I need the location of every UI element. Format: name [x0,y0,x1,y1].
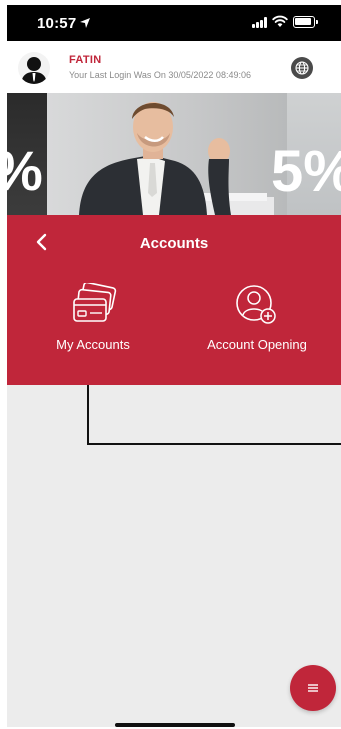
user-silhouette-icon [21,57,47,84]
user-header: FATIN Your Last Login Was On 30/05/2022 … [7,41,341,93]
menu-icon [308,684,318,692]
home-indicator[interactable] [115,723,235,727]
menu-fab-button[interactable] [290,665,336,711]
banner-person-image [79,102,274,215]
my-accounts-label: My Accounts [56,337,130,352]
globe-icon [295,61,309,75]
last-login-text: Your Last Login Was On 30/05/2022 08:49:… [69,70,251,80]
account-opening-label: Account Opening [207,337,307,352]
wifi-icon [272,15,288,27]
avatar[interactable] [18,52,50,84]
status-bar: 10:57 [7,5,341,41]
location-arrow-icon [80,18,90,28]
app-screen: 10:57 FATIN Your Last Login Was On 30/05… [7,5,341,727]
account-opening-tile[interactable]: Account Opening [182,283,332,363]
banner-percent-right: 5% [271,139,341,204]
my-accounts-tile[interactable]: My Accounts [18,283,168,363]
banner-percent-left: % [7,143,43,199]
user-name: FATIN [69,54,102,66]
user-add-icon [236,285,276,324]
cards-icon [73,283,117,322]
promo-banner[interactable]: % 5% [7,93,341,215]
accounts-panel: Accounts My Accounts Account Opening [7,215,341,385]
status-time: 10:57 [37,15,77,32]
connector-line [87,385,341,445]
battery-icon [293,16,318,28]
language-button[interactable] [291,57,313,79]
page-title: Accounts [139,235,209,252]
